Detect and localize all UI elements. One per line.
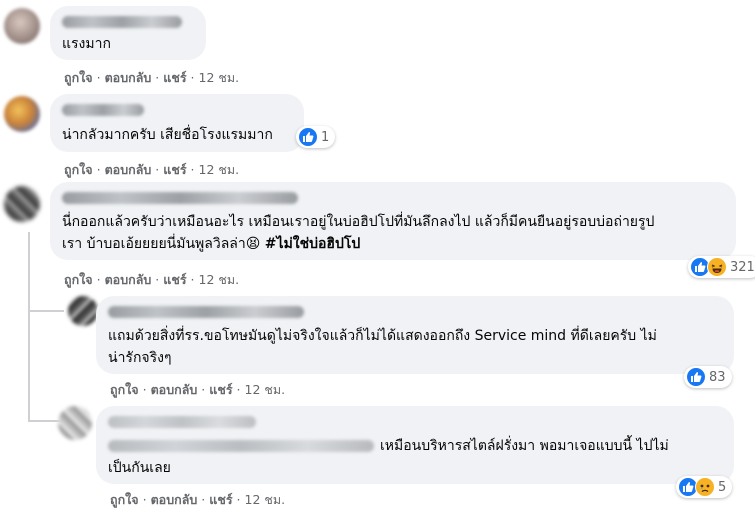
comment-text: น่ากลัวมากครับ เสียชื่อโรงแรมมาก	[62, 127, 273, 143]
reaction-summary[interactable]: 5	[676, 476, 733, 498]
timestamp[interactable]: 12 ชม.	[199, 270, 240, 290]
reply-text-line-2: เป็นกันเลย	[108, 460, 171, 476]
timestamp[interactable]: 12 ชม.	[245, 380, 286, 400]
reaction-summary[interactable]: 1	[296, 126, 336, 148]
like-button[interactable]: ถูกใจ	[64, 68, 93, 88]
comment-actions: ถูกใจ · ตอบกลับ · แชร์ · 12 ชม.	[64, 270, 239, 290]
commenter-name[interactable]	[62, 104, 144, 116]
tired-emoji: 😫	[245, 236, 261, 252]
comment-actions: ถูกใจ · ตอบกลับ · แชร์ · 12 ชม.	[64, 160, 239, 180]
comment-text: เรา บ้าบอเอ้ยยยยนี่มันพูลวิลล่า	[62, 236, 246, 252]
comment-actions: ถูกใจ · ตอบกลับ · แชร์ · 12 ชม.	[110, 380, 285, 400]
avatar[interactable]	[58, 406, 92, 440]
reply-button[interactable]: ตอบกลับ	[151, 380, 198, 400]
avatar[interactable]	[4, 8, 40, 44]
hashtag-link[interactable]: #ไม่ใช่บ่อฮิปโป	[265, 236, 360, 252]
reply-thread-line	[28, 232, 30, 420]
like-button[interactable]: ถูกใจ	[110, 490, 139, 510]
commenter-name[interactable]	[62, 16, 182, 28]
reply-button[interactable]: ตอบกลับ	[105, 270, 152, 290]
reply-button[interactable]: ตอบกลับ	[105, 68, 152, 88]
comment-bubble: แรงมาก	[50, 6, 206, 60]
like-button[interactable]: ถูกใจ	[64, 270, 93, 290]
reply-button[interactable]: ตอบกลับ	[151, 490, 198, 510]
reply-connector	[28, 310, 64, 312]
comment-text: แรงมาก	[62, 36, 111, 52]
mention-tag[interactable]	[108, 440, 374, 452]
timestamp[interactable]: 12 ชม.	[245, 490, 286, 510]
comment-bubble: น่ากลัวมากครับ เสียชื่อโรงแรมมาก	[50, 94, 304, 152]
avatar[interactable]	[4, 96, 40, 132]
commenter-name[interactable]	[108, 416, 256, 428]
share-button[interactable]: แชร์	[163, 160, 186, 180]
reaction-count: 83	[709, 369, 726, 385]
commenter-name[interactable]	[108, 306, 304, 318]
reply-button[interactable]: ตอบกลับ	[105, 160, 152, 180]
comment-bubble: นี่กออกแล้วครับว่าเหมือนอะไร เหมือนเราอย…	[50, 182, 736, 260]
share-button[interactable]: แชร์	[209, 490, 232, 510]
share-button[interactable]: แชร์	[163, 68, 186, 88]
like-icon	[298, 127, 318, 147]
avatar[interactable]	[68, 296, 98, 326]
reply-text-line-2: น่ารักจริงๆ	[108, 350, 172, 366]
commenter-name[interactable]	[62, 192, 298, 204]
comment-actions: ถูกใจ · ตอบกลับ · แชร์ · 12 ชม.	[64, 68, 239, 88]
reply-bubble: เหมือนบริหารสไตล์ฝรั่งมา พอมาเจอแบบนี้ ไ…	[96, 406, 734, 484]
comment-text-line-1: นี่กออกแล้วครับว่าเหมือนอะไร เหมือนเราอย…	[62, 214, 655, 230]
avatar[interactable]	[4, 186, 40, 222]
reaction-summary[interactable]: 321	[688, 256, 755, 278]
haha-icon	[707, 257, 727, 277]
comment-text-line-2: เรา บ้าบอเอ้ยยยยนี่มันพูลวิลล่า😫 #ไม่ใช่…	[62, 234, 360, 254]
comment-actions: ถูกใจ · ตอบกลับ · แชร์ · 12 ชม.	[110, 490, 285, 510]
timestamp[interactable]: 12 ชม.	[199, 160, 240, 180]
sad-icon	[695, 477, 715, 497]
reaction-count: 5	[718, 479, 727, 495]
reaction-summary[interactable]: 83	[684, 366, 732, 388]
share-button[interactable]: แชร์	[163, 270, 186, 290]
reply-text-line-1: แถมด้วยสิ่งที่รร.ขอโทษมันดูไม่จริงใจแล้ว…	[108, 328, 657, 344]
share-button[interactable]: แชร์	[209, 380, 232, 400]
reaction-count: 1	[321, 129, 330, 145]
like-icon	[686, 367, 706, 387]
reply-text-line-1: เหมือนบริหารสไตล์ฝรั่งมา พอมาเจอแบบนี้ ไ…	[380, 438, 669, 454]
like-button[interactable]: ถูกใจ	[64, 160, 93, 180]
like-button[interactable]: ถูกใจ	[110, 380, 139, 400]
timestamp[interactable]: 12 ชม.	[199, 68, 240, 88]
reply-bubble: แถมด้วยสิ่งที่รร.ขอโทษมันดูไม่จริงใจแล้ว…	[96, 296, 734, 374]
reaction-count: 321	[730, 259, 755, 275]
